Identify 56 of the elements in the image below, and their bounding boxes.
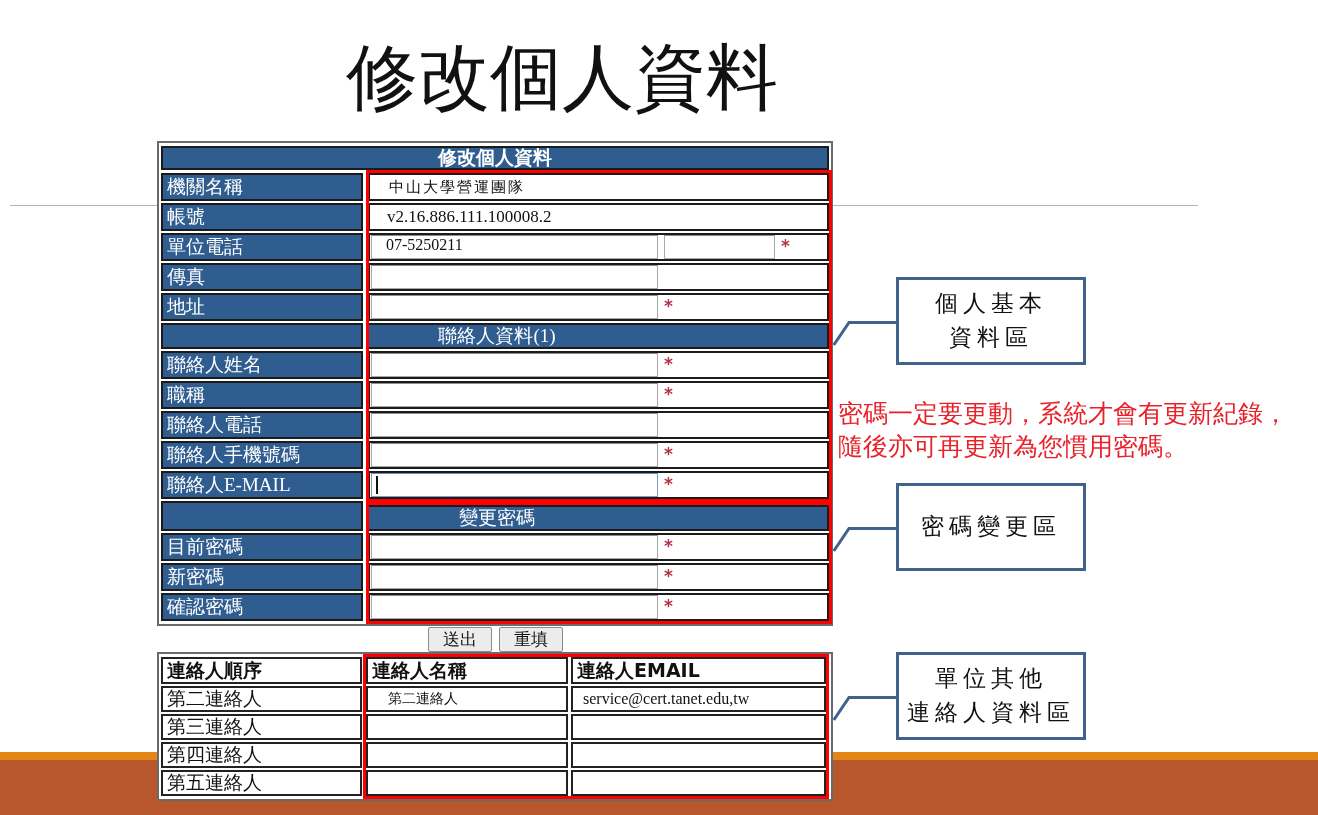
field-label: 聯絡人E-MAIL: [161, 471, 363, 499]
field-label: 確認密碼: [161, 593, 363, 621]
table-cell: 第五連絡人: [161, 770, 362, 796]
field-label: 機關名稱: [161, 173, 363, 201]
input-field[interactable]: [371, 413, 658, 437]
input-field[interactable]: [371, 353, 658, 377]
field-label: 聯絡人姓名: [161, 351, 363, 379]
field-label: 地址: [161, 293, 363, 321]
input-field[interactable]: [371, 535, 658, 559]
input-field[interactable]: [371, 295, 658, 319]
field-label: 傳真: [161, 263, 363, 291]
table-cell: 第二連絡人: [366, 686, 568, 712]
field-label: 新密碼: [161, 563, 363, 591]
input-field[interactable]: 07-5250211: [371, 235, 658, 259]
field-label: 職稱: [161, 381, 363, 409]
required-mark: *: [664, 476, 673, 493]
callout-text: 密碼變更區: [921, 513, 1061, 541]
required-mark: *: [664, 298, 673, 315]
required-mark: *: [664, 386, 673, 403]
input-field[interactable]: [664, 235, 775, 259]
column-header: 連絡人名稱: [366, 657, 568, 684]
input-field[interactable]: [371, 473, 658, 497]
slide-title: 修改個人資料: [346, 38, 778, 118]
input-field[interactable]: [371, 565, 658, 589]
required-mark: *: [781, 238, 790, 255]
column-header: 連絡人EMAIL: [571, 657, 826, 684]
input-field[interactable]: [371, 443, 658, 467]
callout-text: 單位其他 連絡人資料區: [907, 665, 1075, 727]
text-cursor-icon: [376, 476, 378, 494]
field-label: 聯絡人手機號碼: [161, 441, 363, 469]
table-cell: service@cert.tanet.edu,tw: [571, 686, 826, 712]
input-field[interactable]: [371, 595, 658, 619]
field-value: v2.16.886.111.100008.2: [386, 207, 552, 227]
input-field[interactable]: [371, 383, 658, 407]
table-cell: 第三連絡人: [161, 714, 362, 740]
section-header: 聯絡人資料(1): [369, 323, 829, 349]
required-mark: *: [664, 568, 673, 585]
form-button[interactable]: 送出: [427, 627, 492, 652]
input-field[interactable]: [371, 265, 658, 289]
column-header: 連絡人順序: [161, 657, 362, 684]
field-label: 單位電話: [161, 233, 363, 261]
callout-text: 個人基本 資料區: [935, 290, 1047, 352]
required-mark: *: [664, 538, 673, 555]
note-text: 密碼一定要更動，系統才會有更新紀錄， 隨後亦可再更新為您慣用密碼。: [838, 398, 1289, 463]
field-label: 帳號: [161, 203, 363, 231]
field-label: 目前密碼: [161, 533, 363, 561]
form-button[interactable]: 重填: [498, 627, 563, 652]
section-header: 變更密碼: [369, 505, 829, 531]
required-mark: *: [664, 446, 673, 463]
field-label: 聯絡人電話: [161, 411, 363, 439]
table-cell: 第二連絡人: [161, 686, 362, 712]
table-cell: 第四連絡人: [161, 742, 362, 768]
required-mark: *: [664, 598, 673, 615]
required-mark: *: [664, 356, 673, 373]
section-header: 修改個人資料: [161, 146, 829, 170]
field-value: 中山大學營運團隊: [388, 177, 525, 197]
